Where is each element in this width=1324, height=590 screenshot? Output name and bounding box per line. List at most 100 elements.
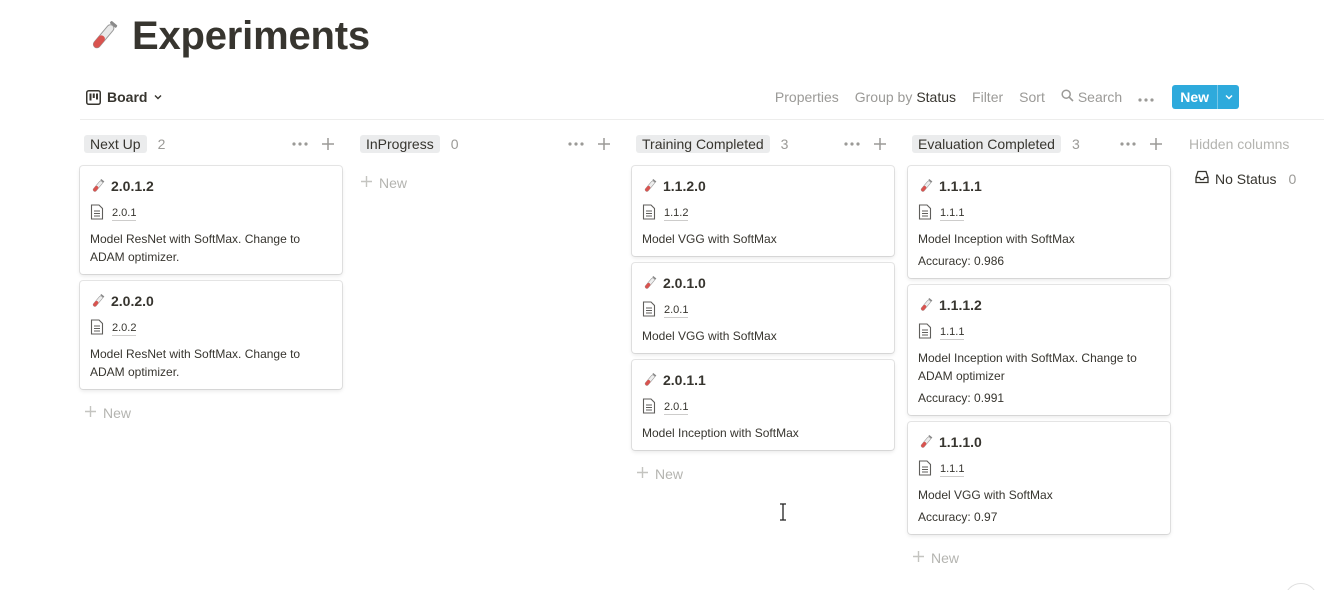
group-by-button[interactable]: Group by Status — [847, 83, 964, 111]
plus-icon — [84, 405, 97, 421]
more-horizontal-icon[interactable] — [1118, 134, 1138, 154]
card-title-text: 1.1.2.0 — [663, 178, 706, 194]
card-title-text: 1.1.1.0 — [939, 434, 982, 450]
column-count: 3 — [1071, 136, 1080, 152]
test-tube-icon[interactable] — [84, 18, 122, 56]
chevron-down-icon — [153, 92, 163, 102]
card-2-0-1-1[interactable]: 2.0.1.1 2.0.1 Model Inception with SoftM… — [632, 360, 894, 450]
card-title: 2.0.1.2 — [90, 176, 332, 196]
search-label: Search — [1077, 89, 1123, 105]
test-tube-icon — [90, 293, 106, 309]
inbox-icon — [1195, 170, 1209, 189]
hidden-column-count: 0 — [1288, 171, 1297, 187]
card-title-text: 1.1.1.2 — [939, 297, 982, 313]
chevron-down-icon[interactable] — [1217, 85, 1239, 109]
card-title: 1.1.1.1 — [918, 176, 1160, 196]
add-card-button[interactable]: New — [912, 547, 959, 569]
relation-link[interactable]: 1.1.1 — [940, 463, 965, 477]
page-icon — [918, 203, 932, 225]
more-horizontal-icon[interactable] — [566, 134, 586, 154]
card-title-text: 2.0.1.0 — [663, 275, 706, 291]
hidden-columns-title: Hidden columns — [1189, 136, 1290, 152]
card-title-text: 2.0.1.1 — [663, 372, 706, 388]
card-relation: 1.1.1 — [918, 203, 1160, 225]
plus-icon — [360, 175, 373, 191]
add-card-label: New — [103, 405, 132, 421]
card-title: 1.1.1.2 — [918, 295, 1160, 315]
toolbar-actions: Properties Group by Status Filter Sort S… — [767, 82, 1239, 112]
page-header: Experiments — [84, 14, 370, 59]
relation-link[interactable]: 2.0.1 — [112, 207, 137, 221]
card-2-0-2-0[interactable]: 2.0.2.0 2.0.2 Model ResNet with SoftMax.… — [80, 281, 342, 389]
card-title: 2.0.1.1 — [642, 370, 884, 390]
test-tube-icon — [918, 434, 934, 450]
page-icon — [642, 397, 656, 419]
relation-link[interactable]: 2.0.2 — [112, 322, 137, 336]
relation-link[interactable]: 2.0.1 — [664, 401, 689, 415]
search-button[interactable]: Search — [1053, 83, 1130, 111]
relation-link[interactable]: 2.0.1 — [664, 304, 689, 318]
card-description: Model VGG with SoftMax — [918, 488, 1053, 502]
page-icon — [918, 322, 932, 344]
card-title-text: 1.1.1.1 — [939, 178, 982, 194]
card-relation: 1.1.1 — [918, 459, 1160, 481]
view-switcher-button[interactable]: Board — [80, 83, 169, 111]
board-column-inprogress: InProgress 0 New — [356, 130, 618, 191]
toolbar-divider — [80, 119, 1324, 120]
card-2-0-1-2[interactable]: 2.0.1.2 2.0.1 Model ResNet with SoftMax.… — [80, 166, 342, 274]
search-icon — [1061, 89, 1074, 105]
board-column-next-up: Next Up 2 2.0.1.2 2.0.1 Model ResNet wit… — [80, 130, 342, 421]
card-1-1-1-1[interactable]: 1.1.1.1 1.1.1 Model Inception with SoftM… — [908, 166, 1170, 278]
more-options-button[interactable] — [1130, 83, 1162, 111]
add-card-label: New — [931, 550, 960, 566]
relation-link[interactable]: 1.1.1 — [940, 326, 965, 340]
view-label: Board — [107, 89, 148, 105]
hidden-column-no-status[interactable]: No Status 0 — [1189, 164, 1324, 194]
column-title[interactable]: InProgress — [360, 135, 440, 153]
database-toolbar: Board Properties Group by Status Filter … — [80, 82, 1324, 112]
test-tube-icon — [642, 178, 658, 194]
add-card-button[interactable]: New — [636, 463, 683, 485]
test-tube-icon — [918, 297, 934, 313]
properties-button[interactable]: Properties — [767, 83, 847, 111]
card-description: Model Inception with SoftMax — [642, 426, 799, 440]
column-title[interactable]: Next Up — [84, 135, 147, 153]
card-title: 1.1.2.0 — [642, 176, 884, 196]
card-relation: 2.0.1 — [642, 300, 884, 320]
more-horizontal-icon — [1138, 89, 1154, 105]
card-description: Model VGG with SoftMax — [642, 232, 777, 246]
add-card-button[interactable]: New — [84, 402, 131, 424]
card-title: 1.1.1.0 — [918, 432, 1160, 452]
test-tube-icon — [90, 178, 106, 194]
page-icon — [90, 203, 104, 225]
more-horizontal-icon[interactable] — [842, 134, 862, 154]
column-count: 2 — [157, 136, 166, 152]
add-card-button[interactable]: New — [360, 172, 407, 194]
card-1-1-1-0[interactable]: 1.1.1.0 1.1.1 Model VGG with SoftMax Acc… — [908, 422, 1170, 534]
filter-button[interactable]: Filter — [964, 83, 1011, 111]
card-1-1-1-2[interactable]: 1.1.1.2 1.1.1 Model Inception with SoftM… — [908, 285, 1170, 415]
page-icon — [918, 459, 932, 481]
column-title[interactable]: Training Completed — [636, 135, 770, 153]
column-count: 0 — [450, 136, 459, 152]
sort-button[interactable]: Sort — [1011, 83, 1053, 111]
plus-icon[interactable] — [870, 134, 890, 154]
test-tube-icon — [918, 178, 934, 194]
help-button[interactable] — [1284, 583, 1318, 590]
column-count: 3 — [780, 136, 789, 152]
column-title[interactable]: Evaluation Completed — [912, 135, 1061, 153]
card-2-0-1-0[interactable]: 2.0.1.0 2.0.1 Model VGG with SoftMax — [632, 263, 894, 353]
card-title-text: 2.0.1.2 — [111, 178, 154, 194]
card-title-text: 2.0.2.0 — [111, 293, 154, 309]
card-description: Model Inception with SoftMax — [918, 232, 1075, 246]
column-header: Evaluation Completed 3 — [908, 130, 1170, 158]
new-page-button[interactable]: New — [1172, 85, 1239, 109]
plus-icon[interactable] — [1146, 134, 1166, 154]
relation-link[interactable]: 1.1.1 — [940, 207, 965, 221]
plus-icon[interactable] — [318, 134, 338, 154]
more-horizontal-icon[interactable] — [290, 134, 310, 154]
relation-link[interactable]: 1.1.2 — [664, 207, 689, 221]
card-1-1-2-0[interactable]: 1.1.2.0 1.1.2 Model VGG with SoftMax — [632, 166, 894, 256]
page-title[interactable]: Experiments — [132, 14, 370, 59]
plus-icon[interactable] — [594, 134, 614, 154]
